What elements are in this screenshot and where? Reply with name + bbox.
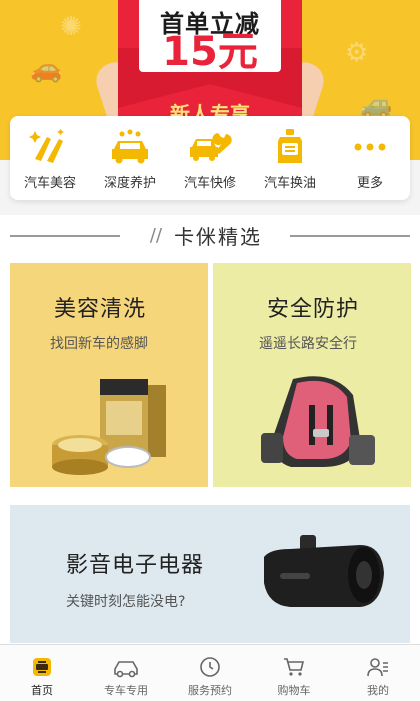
wrench-icon: [188, 128, 232, 166]
car-outline-icon: 🚙: [360, 90, 393, 120]
car-outline-icon: 🚗: [30, 54, 63, 84]
oil-bottle-icon: [268, 128, 312, 166]
car-wash-icon: [108, 128, 152, 166]
service-label: 更多: [356, 176, 383, 191]
car-beauty-icon: [28, 128, 72, 166]
child-seat-product-image: [261, 376, 375, 467]
more-dots-icon: [348, 128, 392, 166]
tab-label: 我的: [367, 684, 389, 697]
promo-title: 美容清洗: [54, 297, 147, 322]
service-label: 汽车快修: [183, 176, 236, 191]
service-more[interactable]: 更多: [330, 116, 410, 200]
tab-service-booking[interactable]: 服务预约: [168, 645, 252, 701]
slash-decoration: //: [149, 224, 163, 246]
divider-right: [290, 235, 410, 237]
gear-icon: ⚙: [345, 38, 369, 68]
promo-subtitle: 遥遥长路安全行: [259, 336, 357, 352]
divider-left: [10, 235, 120, 237]
dash-camera-product-image: [264, 535, 384, 607]
promo-card-safety[interactable]: 安全防护 遥遥长路安全行: [213, 263, 411, 487]
tab-cart[interactable]: 购物车: [252, 645, 336, 701]
promo-card-beauty[interactable]: 美容清洗 找回新车的感脚: [10, 263, 208, 487]
service-oil-change[interactable]: 汽车换油: [250, 116, 330, 200]
tab-label: 购物车: [277, 684, 311, 697]
promo-subtitle: 找回新车的感脚: [50, 336, 148, 352]
sun-icon: ✺: [60, 12, 82, 42]
tab-dedicated-car[interactable]: 专车专用: [84, 645, 168, 701]
service-label: 汽车换油: [263, 176, 316, 191]
car-wax-product-image: [52, 379, 166, 475]
home-icon: [28, 654, 56, 680]
car-icon: [112, 654, 140, 680]
banner-amount: 15元: [162, 29, 258, 75]
bottom-tab-bar: 首页 专车专用 服务预约 购物车 我的: [0, 644, 420, 701]
promo-title: 安全防护: [267, 297, 360, 322]
promo-subtitle: 关键时刻怎能没电?: [66, 594, 186, 610]
tab-label: 专车专用: [104, 684, 148, 697]
tab-mine[interactable]: 我的: [336, 645, 420, 701]
promo-title: 影音电子电器: [66, 553, 205, 578]
service-car-beauty[interactable]: 汽车美容: [10, 116, 90, 200]
cart-icon: [280, 654, 308, 680]
service-label: 汽车美容: [23, 176, 76, 191]
user-icon: [364, 654, 392, 680]
clock-icon: [196, 654, 224, 680]
tab-label: 首页: [31, 684, 53, 697]
service-grid: 汽车美容 深度养护 汽车快修 汽车换油 更多: [10, 116, 410, 200]
tab-label: 服务预约: [188, 684, 232, 697]
section-header: // 卡侎精选: [0, 215, 420, 255]
section-title: 卡侎精选: [166, 220, 271, 250]
service-label: 深度养护: [103, 176, 156, 191]
service-quick-repair[interactable]: 汽车快修: [170, 116, 250, 200]
promo-card-electronics[interactable]: 影音电子电器 关键时刻怎能没电?: [10, 505, 410, 643]
tab-home[interactable]: 首页: [0, 645, 84, 701]
service-deep-care[interactable]: 深度养护: [90, 116, 170, 200]
